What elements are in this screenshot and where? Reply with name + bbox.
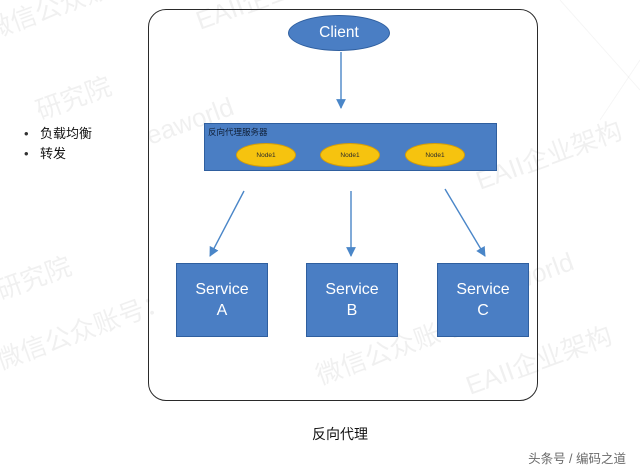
service-b-line1: Service (325, 281, 379, 298)
proxy-node-1: Node1 (236, 143, 296, 167)
watermark-line (559, 0, 640, 91)
watermark-line (599, 59, 640, 121)
node-label: Node1 (340, 151, 360, 159)
feature-list: 负载均衡 转发 (22, 124, 92, 164)
service-b: Service B (306, 263, 398, 337)
watermark-text: 微信公众账号： (0, 0, 163, 46)
service-a: Service A (176, 263, 268, 337)
service-b-line2: B (346, 302, 358, 319)
diagram-frame (148, 9, 538, 401)
reverse-proxy-server: 反向代理服务器 Node1 Node1 Node1 (204, 123, 497, 171)
service-c-line2: C (477, 302, 489, 319)
service-c: Service C (437, 263, 529, 337)
client-label: Client (319, 24, 359, 41)
feature-item-load-balancing: 负载均衡 (22, 124, 92, 144)
node-label: Node1 (256, 151, 276, 159)
watermark-text: 研究院 (0, 251, 75, 306)
node-label: Node1 (425, 151, 445, 159)
client-node: Client (288, 15, 390, 51)
footer-brand: 头条号 / 编码之道 (528, 452, 626, 466)
service-a-line2: A (216, 302, 228, 319)
diagram-caption: 反向代理 (312, 426, 368, 442)
feature-item-forwarding: 转发 (22, 144, 92, 164)
proxy-node-3: Node1 (405, 143, 465, 167)
proxy-node-2: Node1 (320, 143, 380, 167)
service-c-line1: Service (456, 281, 510, 298)
proxy-label: 反向代理服务器 (208, 127, 268, 137)
watermark-text: 研究院 (32, 71, 116, 126)
service-a-line1: Service (195, 281, 249, 298)
